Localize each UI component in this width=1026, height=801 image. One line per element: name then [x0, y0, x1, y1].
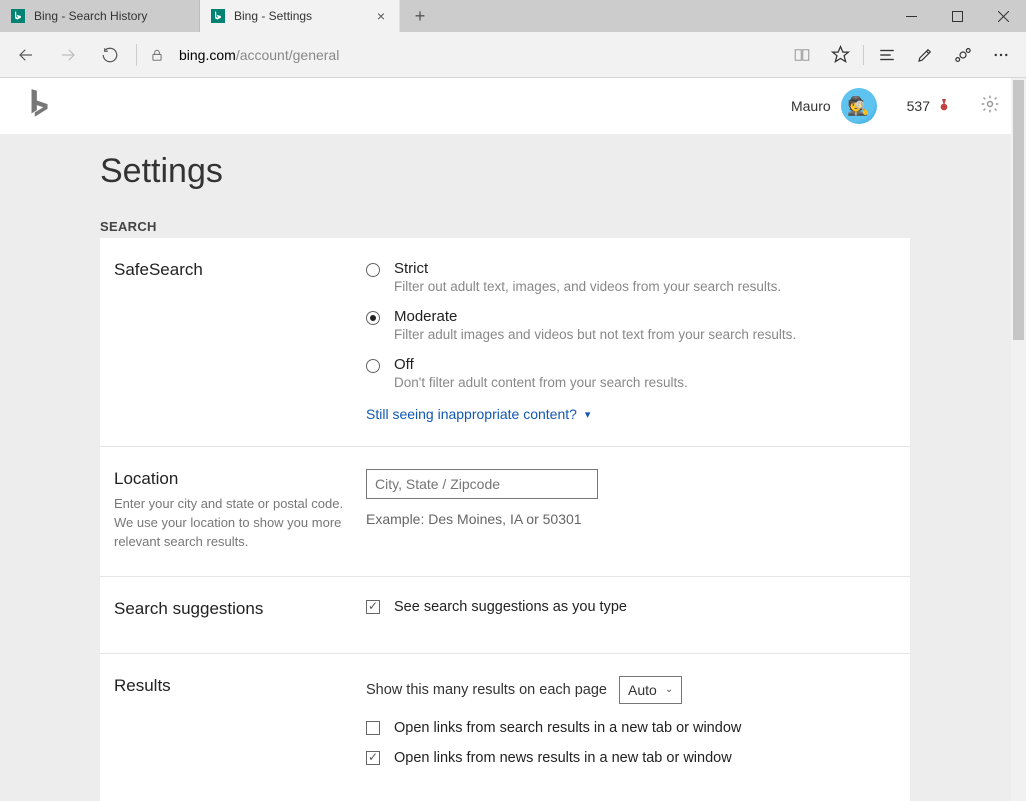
share-button[interactable]	[944, 35, 982, 75]
address-path: /account/general	[236, 47, 340, 63]
rewards-points: 537	[907, 98, 930, 114]
open-search-newtab-checkbox[interactable]: Open links from search results in a new …	[366, 720, 890, 736]
tab-title: Bing - Settings	[234, 9, 312, 23]
link-text: Still seeing inappropriate content?	[366, 406, 577, 422]
lock-icon	[143, 48, 171, 62]
page-viewport: Mauro 🕵️ 537 Settings SEARCH SafeSearch	[0, 78, 1026, 801]
window-controls	[888, 0, 1026, 32]
webnote-button[interactable]	[906, 35, 944, 75]
safesearch-label: SafeSearch	[114, 260, 366, 280]
radio-desc: Filter adult images and videos but not t…	[394, 327, 796, 342]
close-tab-button[interactable]: ×	[373, 8, 389, 24]
checkbox-label: See search suggestions as you type	[394, 599, 627, 615]
open-news-newtab-checkbox[interactable]: Open links from news results in a new ta…	[366, 750, 890, 766]
row-suggestions: Search suggestions See search suggestion…	[100, 577, 910, 654]
separator	[136, 44, 137, 66]
section-head-search: SEARCH	[100, 219, 1026, 234]
separator	[863, 45, 864, 65]
settings-gear-button[interactable]	[980, 94, 1000, 119]
tab-title: Bing - Search History	[34, 9, 147, 23]
user-menu[interactable]: Mauro 🕵️	[791, 88, 877, 124]
location-input[interactable]	[366, 469, 598, 499]
hub-button[interactable]	[868, 35, 906, 75]
checkbox-icon	[366, 751, 380, 765]
suggestions-label: Search suggestions	[114, 599, 366, 619]
page-title: Settings	[100, 152, 1026, 191]
chevron-down-icon: ▾	[585, 408, 591, 421]
safesearch-radio-moderate[interactable]: Moderate Filter adult images and videos …	[366, 308, 890, 342]
checkbox-label: Open links from search results in a new …	[394, 720, 741, 736]
settings-wrap: Settings SEARCH SafeSearch Strict Filter…	[0, 134, 1026, 801]
suggestions-checkbox[interactable]: See search suggestions as you type	[366, 599, 890, 615]
new-tab-button[interactable]: +	[400, 0, 440, 32]
toolbar-right	[783, 35, 1020, 75]
safesearch-radio-strict[interactable]: Strict Filter out adult text, images, an…	[366, 260, 890, 294]
select-value: Auto	[628, 682, 657, 698]
settings-card: SafeSearch Strict Filter out adult text,…	[100, 238, 910, 801]
back-button[interactable]	[6, 35, 46, 75]
bing-favicon	[10, 8, 26, 24]
row-results: Results Show this many results on each p…	[100, 654, 910, 801]
row-location: Location Enter your city and state or po…	[100, 447, 910, 577]
forward-button[interactable]	[48, 35, 88, 75]
checkbox-label: Open links from news results in a new ta…	[394, 750, 732, 766]
window-maximize-button[interactable]	[934, 0, 980, 32]
radio-icon	[366, 263, 380, 277]
more-button[interactable]	[982, 35, 1020, 75]
location-example: Example: Des Moines, IA or 50301	[366, 511, 890, 527]
radio-desc: Don't filter adult content from your sea…	[394, 375, 688, 390]
pagesize-select[interactable]: Auto ⌄	[619, 676, 682, 704]
browser-tab-history[interactable]: Bing - Search History	[0, 0, 200, 32]
radio-title: Off	[394, 356, 688, 373]
row-safesearch: SafeSearch Strict Filter out adult text,…	[100, 238, 910, 447]
favorite-button[interactable]	[821, 35, 859, 75]
scrollbar[interactable]	[1011, 78, 1026, 801]
bing-header: Mauro 🕵️ 537	[0, 78, 1026, 134]
avatar: 🕵️	[841, 88, 877, 124]
location-help: Enter your city and state or postal code…	[114, 495, 366, 552]
address-domain: bing.com	[179, 47, 236, 63]
pagesize-label: Show this many results on each page	[366, 682, 607, 698]
rewards-button[interactable]: 537	[907, 97, 952, 116]
reading-view-button[interactable]	[783, 35, 821, 75]
checkbox-icon	[366, 600, 380, 614]
location-label: Location	[114, 469, 366, 489]
radio-desc: Filter out adult text, images, and video…	[394, 279, 781, 294]
window-close-button[interactable]	[980, 0, 1026, 32]
radio-title: Strict	[394, 260, 781, 277]
checkbox-icon	[366, 721, 380, 735]
bing-logo[interactable]	[26, 88, 52, 125]
bing-favicon	[210, 8, 226, 24]
window-minimize-button[interactable]	[888, 0, 934, 32]
browser-tab-settings[interactable]: Bing - Settings ×	[200, 0, 400, 32]
username: Mauro	[791, 98, 831, 114]
radio-icon	[366, 311, 380, 325]
safesearch-radio-off[interactable]: Off Don't filter adult content from your…	[366, 356, 890, 390]
address-bar[interactable]: bing.com/account/general	[173, 47, 781, 63]
radio-title: Moderate	[394, 308, 796, 325]
medal-icon	[936, 97, 952, 116]
refresh-button[interactable]	[90, 35, 130, 75]
chevron-down-icon: ⌄	[665, 684, 673, 695]
safesearch-more-link[interactable]: Still seeing inappropriate content? ▾	[366, 406, 590, 422]
titlebar: Bing - Search History Bing - Settings × …	[0, 0, 1026, 32]
results-label: Results	[114, 676, 366, 696]
radio-icon	[366, 359, 380, 373]
browser-toolbar: bing.com/account/general	[0, 32, 1026, 78]
